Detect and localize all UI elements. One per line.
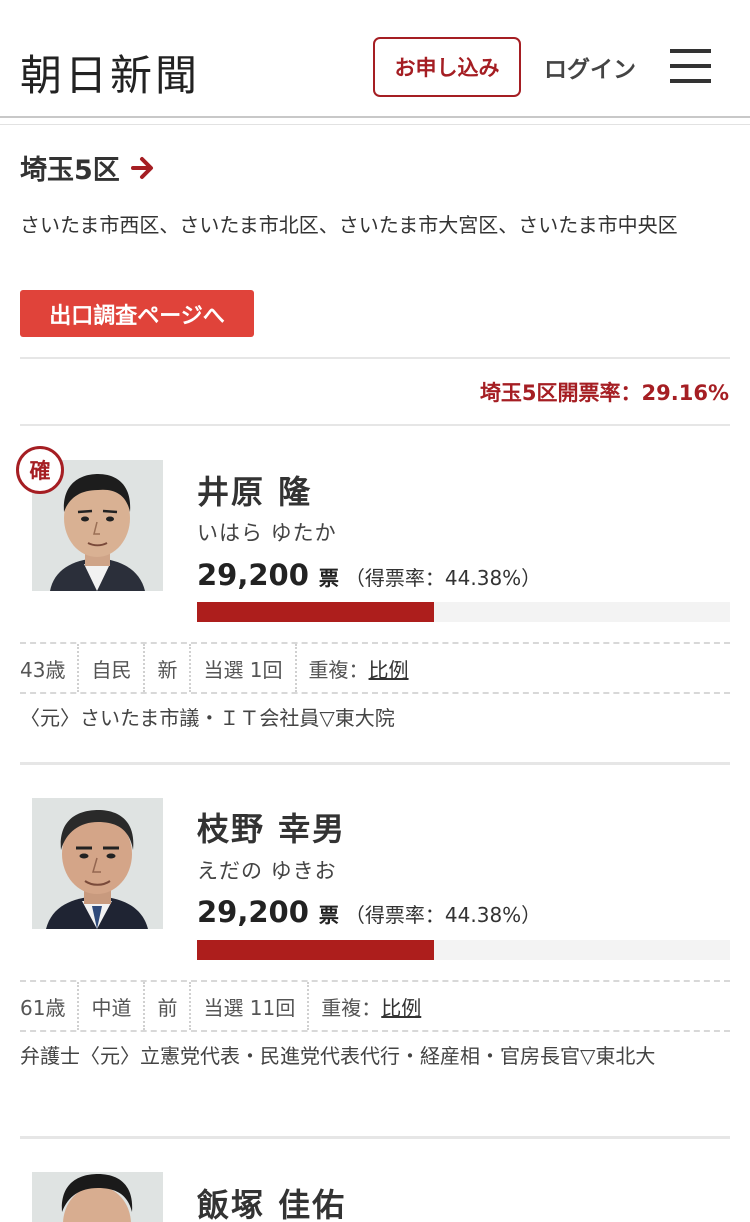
divider	[20, 762, 730, 765]
candidate-photo	[32, 798, 163, 929]
proportional-link[interactable]: 比例	[369, 654, 409, 683]
counting-rate: 埼玉5区開票率：29.16%	[479, 381, 729, 405]
site-header: 朝日新聞 お申し込み ログイン	[0, 0, 750, 118]
dashed-divider	[20, 692, 730, 694]
dual-label: 重複：	[321, 995, 382, 1020]
vote-unit: 票	[318, 903, 339, 927]
candidate-age: 61歳	[20, 982, 80, 1030]
district-title-link[interactable]: 埼玉5区	[20, 148, 156, 187]
portrait-illustration	[32, 1172, 163, 1222]
candidate-terms: 当選 11回	[191, 982, 310, 1030]
subscribe-button[interactable]: お申し込み	[373, 37, 521, 97]
divider	[20, 1136, 730, 1139]
candidate-name: 枝野 幸男	[197, 810, 347, 848]
candidate-kana: いはら ゆたか	[197, 521, 337, 545]
menu-line	[670, 79, 711, 83]
candidate-photo	[32, 1172, 163, 1222]
vote-count: 29,200 票 （得票率：44.38%）	[197, 895, 541, 929]
vote-share-bar	[197, 940, 730, 960]
district-name: 埼玉5区	[20, 155, 120, 186]
candidate-party: 自民	[79, 644, 146, 692]
vote-number: 29,200	[197, 895, 309, 929]
arrow-right-icon	[130, 156, 153, 179]
district-area: さいたま市西区、さいたま市北区、さいたま市大宮区、さいたま市中央区	[20, 213, 678, 237]
menu-line	[670, 49, 711, 53]
vote-share-bar	[197, 602, 730, 622]
divider	[20, 424, 730, 426]
vote-count: 29,200 票 （得票率：44.38%）	[197, 558, 541, 592]
portrait-illustration	[32, 798, 163, 929]
candidate-party: 中道	[79, 982, 146, 1030]
elected-badge: 確	[16, 446, 64, 494]
candidate-dual: 重複： 比例	[297, 644, 421, 692]
proportional-link[interactable]: 比例	[381, 992, 421, 1021]
exit-poll-button[interactable]: 出口調査ページへ	[20, 290, 254, 337]
candidate-career: 〈元〉さいたま市議・ＩＴ会社員▽東大院	[20, 706, 395, 730]
candidate-kana: えだの ゆきお	[197, 859, 337, 883]
candidate-name: 井原 隆	[197, 473, 313, 511]
candidate-career: 弁護士〈元〉立憲党代表・民進党代表代行・経産相・官房長官▽東北大	[20, 1044, 656, 1068]
vote-share-text: （得票率：44.38%）	[344, 566, 542, 590]
hamburger-menu-icon[interactable]	[670, 49, 711, 83]
divider	[20, 357, 730, 359]
vote-number: 29,200	[197, 558, 309, 592]
vote-share-text: （得票率：44.38%）	[344, 903, 542, 927]
login-link[interactable]: ログイン	[544, 50, 636, 84]
asahi-logo[interactable]: 朝日新聞	[20, 42, 200, 103]
candidate-name: 飯塚 佳佑	[197, 1186, 347, 1222]
dual-label: 重複：	[308, 657, 369, 682]
candidate-terms: 当選 1回	[191, 644, 297, 692]
candidate-status: 新	[145, 644, 192, 692]
header-shadow-line	[0, 124, 750, 125]
vote-share-fill	[197, 940, 434, 960]
menu-line	[670, 64, 711, 68]
candidate-dual: 重複： 比例	[309, 982, 433, 1030]
candidate-status: 前	[145, 982, 192, 1030]
vote-unit: 票	[318, 566, 339, 590]
vote-share-fill	[197, 602, 434, 622]
dashed-divider	[20, 1030, 730, 1032]
candidate-meta: 43歳 自民 新 当選 1回 重複： 比例	[20, 644, 421, 692]
candidate-meta: 61歳 中道 前 当選 11回 重複： 比例	[20, 982, 433, 1030]
candidate-age: 43歳	[20, 644, 80, 692]
